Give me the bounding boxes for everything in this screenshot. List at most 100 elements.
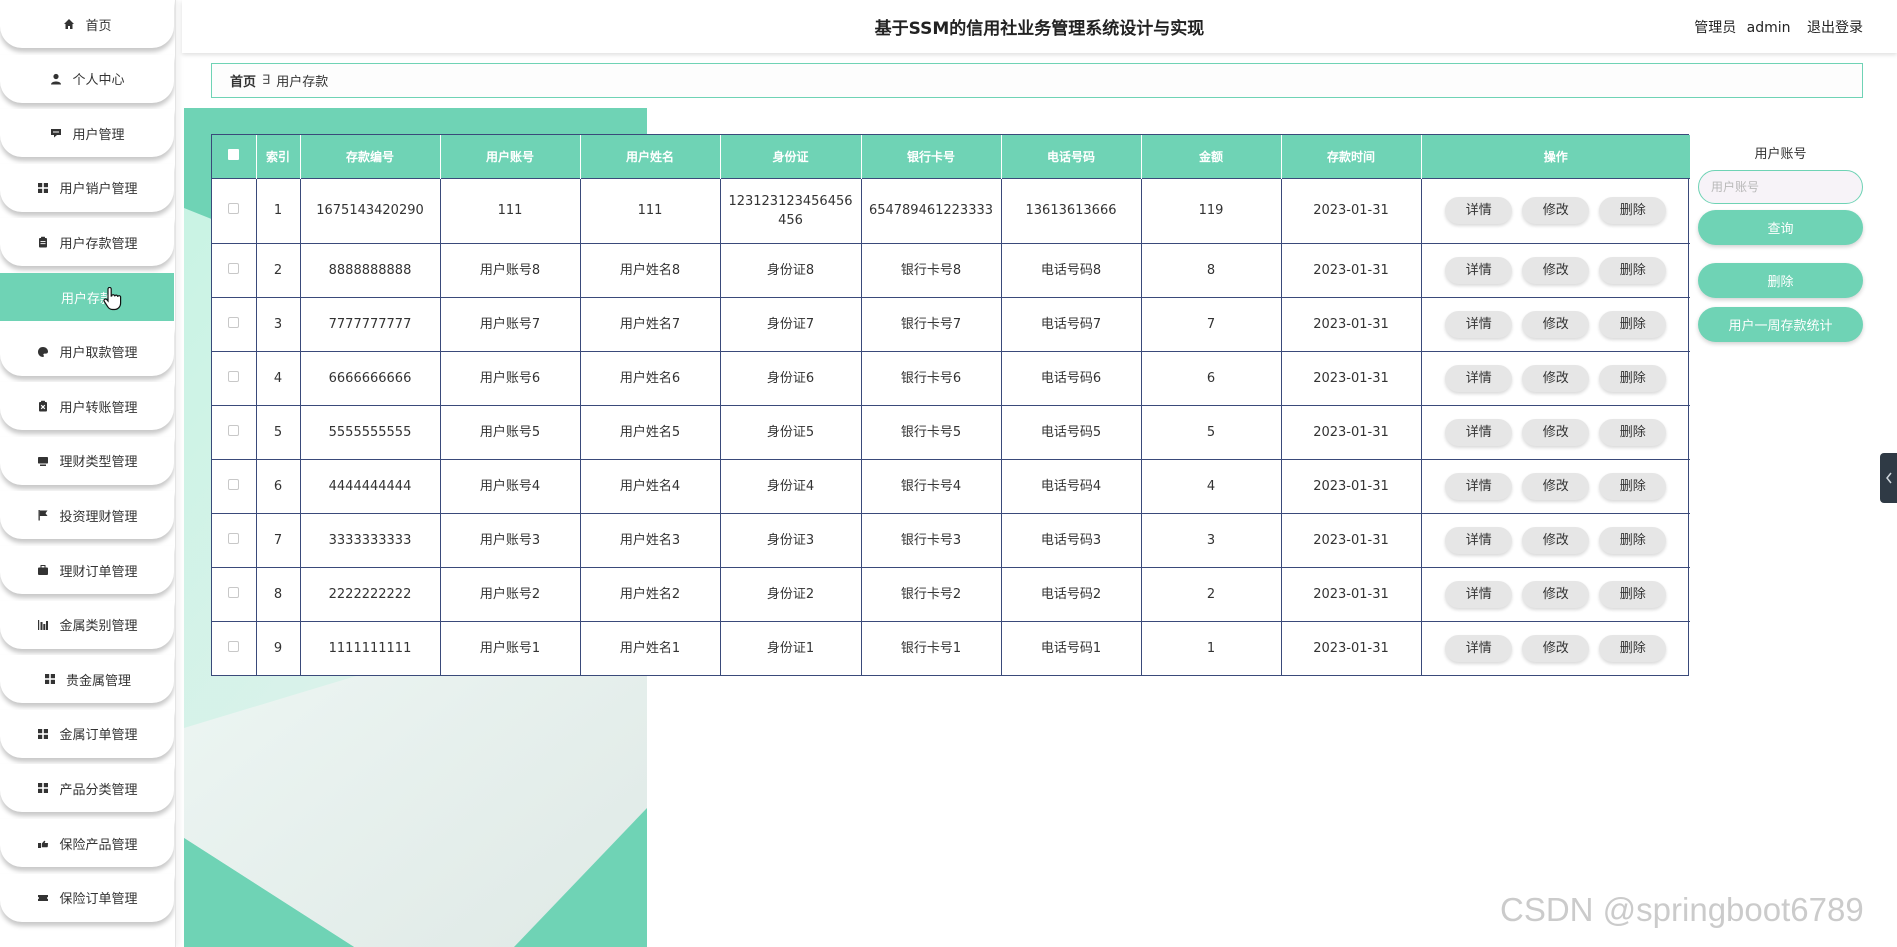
table-cell: 2023-01-31 <box>1281 296 1422 351</box>
sidebar-item[interactable]: 用户存款管理 <box>0 218 174 267</box>
detail-button[interactable]: 详情 <box>1445 256 1513 284</box>
sidebar-item[interactable]: 用户取款管理 <box>0 327 174 376</box>
table-cell: 银行卡号8 <box>861 242 1002 297</box>
sidebar-item[interactable]: 保险订单管理 <box>0 873 174 922</box>
delete-button[interactable]: 删除 <box>1599 472 1667 500</box>
edit-button[interactable]: 修改 <box>1522 197 1590 224</box>
row-checkbox[interactable] <box>212 458 257 513</box>
edit-button[interactable]: 修改 <box>1522 580 1590 608</box>
delete-button[interactable]: 删除 <box>1599 526 1667 554</box>
delete-button[interactable]: 删除 <box>1599 256 1667 284</box>
table-cell: 身份证4 <box>720 458 862 513</box>
table-cell: 6666666666 <box>300 350 441 405</box>
table-row: 4 6666666666 用户账号6 用户姓名6 身份证6 银行卡号6 电话号码6 6 2023… <box>212 350 1690 405</box>
edit-button[interactable]: 修改 <box>1522 364 1590 392</box>
table-cell: 2023-01-31 <box>1281 242 1422 297</box>
edit-button[interactable]: 修改 <box>1522 634 1590 662</box>
sidebar-item[interactable]: 投资理财管理 <box>0 491 174 540</box>
page-title: 基于SSM的信用社业务管理系统设计与实现 <box>874 19 1205 39</box>
table-cell: 身份证6 <box>720 350 862 405</box>
detail-button[interactable]: 详情 <box>1445 418 1513 446</box>
sidebar-item[interactable]: 理财订单管理 <box>0 546 174 594</box>
sidebar-item[interactable]: 用户转账管理 <box>0 382 174 431</box>
table-cell: 2023-01-31 <box>1281 566 1422 621</box>
breadcrumb-current: 用户存款 <box>276 75 329 90</box>
edit-button[interactable]: 修改 <box>1522 256 1590 284</box>
table-cell: 电话号码5 <box>1001 404 1142 459</box>
table-cell: 身份证3 <box>720 512 862 567</box>
sidebar-item[interactable]: 贵金属管理 <box>0 655 174 704</box>
row-checkbox[interactable] <box>212 296 257 351</box>
sidebar-item-label: 投资理财管理 <box>59 509 138 525</box>
table-cell: 654789461223333 <box>861 177 1002 243</box>
table-cell: 用户姓名6 <box>580 350 721 405</box>
table-cell: 用户账号2 <box>440 566 581 621</box>
table-cell: 电话号码7 <box>1001 296 1142 351</box>
column-header: 用户姓名 <box>580 135 721 178</box>
sidebar-item[interactable]: 用户存款 <box>0 273 174 321</box>
table-row: 5 5555555555 用户账号5 用户姓名5 身份证5 银行卡号5 电话号码5 5 2023… <box>212 404 1690 459</box>
select-all-checkbox[interactable] <box>212 135 257 178</box>
sidebar-item[interactable]: 个人中心 <box>0 54 174 103</box>
row-checkbox[interactable] <box>212 177 257 243</box>
detail-button[interactable]: 详情 <box>1445 310 1513 338</box>
query-button[interactable]: 查询 <box>1698 210 1863 245</box>
sidebar-item[interactable]: 用户管理 <box>0 109 174 158</box>
collapse-tab[interactable] <box>1880 453 1897 503</box>
weekly-deposit-stats-button[interactable]: 用户一周存款统计 <box>1698 307 1863 342</box>
sidebar-item-label: 理财类型管理 <box>59 455 138 471</box>
column-header: 身份证 <box>720 135 862 178</box>
detail-button[interactable]: 详情 <box>1445 580 1513 608</box>
edit-button[interactable]: 修改 <box>1522 526 1590 554</box>
breadcrumb-separator: ∃ <box>262 73 271 88</box>
row-checkbox[interactable] <box>212 566 257 621</box>
delete-button[interactable]: 删除 <box>1599 364 1667 392</box>
monitor-icon <box>36 454 50 468</box>
sidebar-item[interactable]: 首页 <box>0 0 174 48</box>
delete-button[interactable]: 删除 <box>1599 634 1667 662</box>
row-checkbox[interactable] <box>212 404 257 459</box>
sidebar-item[interactable]: 金属类别管理 <box>0 600 174 649</box>
edit-button[interactable]: 修改 <box>1522 310 1590 338</box>
detail-button[interactable]: 详情 <box>1445 634 1513 662</box>
table-cell: 2222222222 <box>300 566 441 621</box>
delete-button[interactable]: 删除 <box>1599 418 1667 446</box>
logout-link[interactable]: 退出登录 <box>1807 20 1863 36</box>
detail-button[interactable]: 详情 <box>1445 197 1513 224</box>
top-header: 基于SSM的信用社业务管理系统设计与实现 管理员 admin 退出登录 <box>182 0 1897 53</box>
sidebar-item[interactable]: 产品分类管理 <box>0 764 174 813</box>
sidebar-item-label: 用户存款管理 <box>59 236 138 252</box>
detail-button[interactable]: 详情 <box>1445 472 1513 500</box>
row-checkbox[interactable] <box>212 620 257 675</box>
table-cell: 用户姓名4 <box>580 458 721 513</box>
table-cell: 4444444444 <box>300 458 441 513</box>
edit-button[interactable]: 修改 <box>1522 418 1590 446</box>
table-cell: 3 <box>256 296 301 351</box>
row-checkbox[interactable] <box>212 350 257 405</box>
sidebar-item[interactable]: 保险产品管理 <box>0 819 174 867</box>
sidebar-item[interactable]: 理财类型管理 <box>0 436 174 485</box>
detail-button[interactable]: 详情 <box>1445 526 1513 554</box>
delete-button[interactable]: 删除 <box>1599 580 1667 608</box>
sidebar-item-label: 产品分类管理 <box>59 782 138 798</box>
row-actions: 详情 修改 删除 <box>1421 177 1690 243</box>
row-checkbox[interactable] <box>212 242 257 297</box>
sidebar-item[interactable]: 金属订单管理 <box>0 709 174 758</box>
breadcrumb-home[interactable]: 首页 <box>230 71 256 90</box>
table-cell: 银行卡号1 <box>861 620 1002 675</box>
breadcrumb: 首页 ∃ 用户存款 <box>211 63 1863 98</box>
column-header: 金额 <box>1141 135 1282 178</box>
delete-button[interactable]: 删除 <box>1599 197 1667 224</box>
table-header-row: 索引 存款编号 用户账号 用户姓名 身份证 银行卡号 电话号码 金额 存款时间 … <box>212 135 1690 178</box>
detail-button[interactable]: 详情 <box>1445 364 1513 392</box>
row-checkbox[interactable] <box>212 512 257 567</box>
clipboard-x-icon <box>36 399 50 413</box>
table-cell: 2023-01-31 <box>1281 177 1422 243</box>
table-cell: 身份证1 <box>720 620 862 675</box>
batch-delete-button[interactable]: 删除 <box>1698 263 1863 298</box>
edit-button[interactable]: 修改 <box>1522 472 1590 500</box>
sidebar-item[interactable]: 用户销户管理 <box>0 163 174 212</box>
account-search-input[interactable] <box>1698 170 1863 204</box>
delete-button[interactable]: 删除 <box>1599 310 1667 338</box>
ticket-icon <box>36 891 50 905</box>
